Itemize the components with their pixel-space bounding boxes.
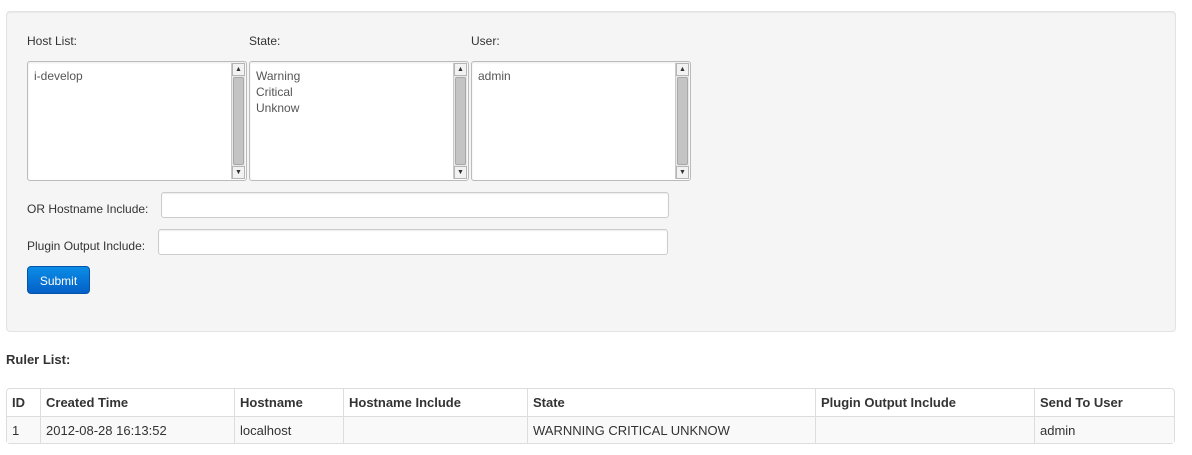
host-list-label: Host List: <box>27 34 78 48</box>
scrollbar-thumb[interactable] <box>677 77 688 165</box>
user-label: User: <box>471 34 500 48</box>
scroll-up-arrow-icon[interactable]: ▲ <box>232 63 245 76</box>
scrollbar-thumb[interactable] <box>233 77 244 165</box>
scroll-down-arrow-icon[interactable]: ▼ <box>232 166 245 179</box>
plugin-output-include-input[interactable] <box>158 229 668 255</box>
user-select[interactable]: admin ▲ ▼ <box>471 61 691 181</box>
submit-button[interactable]: Submit <box>27 266 90 294</box>
filter-form-panel: Host List: i-develop ▲ ▼ State: Warning … <box>6 11 1176 332</box>
table-row: 1 2012-08-28 16:13:52 localhost WARNNING… <box>7 416 1174 443</box>
column-header-send-to-user: Send To User <box>1034 389 1174 416</box>
hostname-include-input[interactable] <box>161 192 669 218</box>
table-header-row: ID Created Time Hostname Hostname Includ… <box>7 389 1174 416</box>
user-option-admin[interactable]: admin <box>478 68 674 84</box>
cell-state: WARNNING CRITICAL UNKNOW <box>527 416 815 443</box>
host-list-select[interactable]: i-develop ▲ ▼ <box>27 61 247 181</box>
column-header-plugin-output-include: Plugin Output Include <box>815 389 1034 416</box>
cell-id: 1 <box>7 416 40 443</box>
hostname-include-label: OR Hostname Include: <box>27 202 149 216</box>
host-list-scrollbar[interactable]: ▲ ▼ <box>231 63 245 179</box>
column-header-created-time: Created Time <box>40 389 234 416</box>
cell-hostname: localhost <box>234 416 343 443</box>
user-scrollbar[interactable]: ▲ ▼ <box>675 63 689 179</box>
column-header-state: State <box>527 389 815 416</box>
cell-send-to-user: admin <box>1034 416 1174 443</box>
scroll-down-arrow-icon[interactable]: ▼ <box>454 166 467 179</box>
column-header-hostname: Hostname <box>234 389 343 416</box>
ruler-list-title: Ruler List: <box>6 352 71 367</box>
scroll-up-arrow-icon[interactable]: ▲ <box>454 63 467 76</box>
column-header-hostname-include: Hostname Include <box>343 389 527 416</box>
state-scrollbar[interactable]: ▲ ▼ <box>453 63 467 179</box>
scroll-up-arrow-icon[interactable]: ▲ <box>676 63 689 76</box>
state-option-unknow[interactable]: Unknow <box>256 100 452 116</box>
state-option-warning[interactable]: Warning <box>256 68 452 84</box>
cell-plugin-output-include <box>815 416 1034 443</box>
state-select[interactable]: Warning Critical Unknow ▲ ▼ <box>249 61 469 181</box>
cell-created-time: 2012-08-28 16:13:52 <box>40 416 234 443</box>
state-option-critical[interactable]: Critical <box>256 84 452 100</box>
plugin-output-include-label: Plugin Output Include: <box>27 239 146 253</box>
column-header-id: ID <box>12 395 25 410</box>
scroll-down-arrow-icon[interactable]: ▼ <box>676 166 689 179</box>
host-list-option[interactable]: i-develop <box>34 68 230 84</box>
scrollbar-thumb[interactable] <box>455 77 466 165</box>
ruler-list-table: ID Created Time Hostname Hostname Includ… <box>6 388 1175 444</box>
cell-hostname-include <box>343 416 527 443</box>
state-label: State: <box>249 34 281 48</box>
